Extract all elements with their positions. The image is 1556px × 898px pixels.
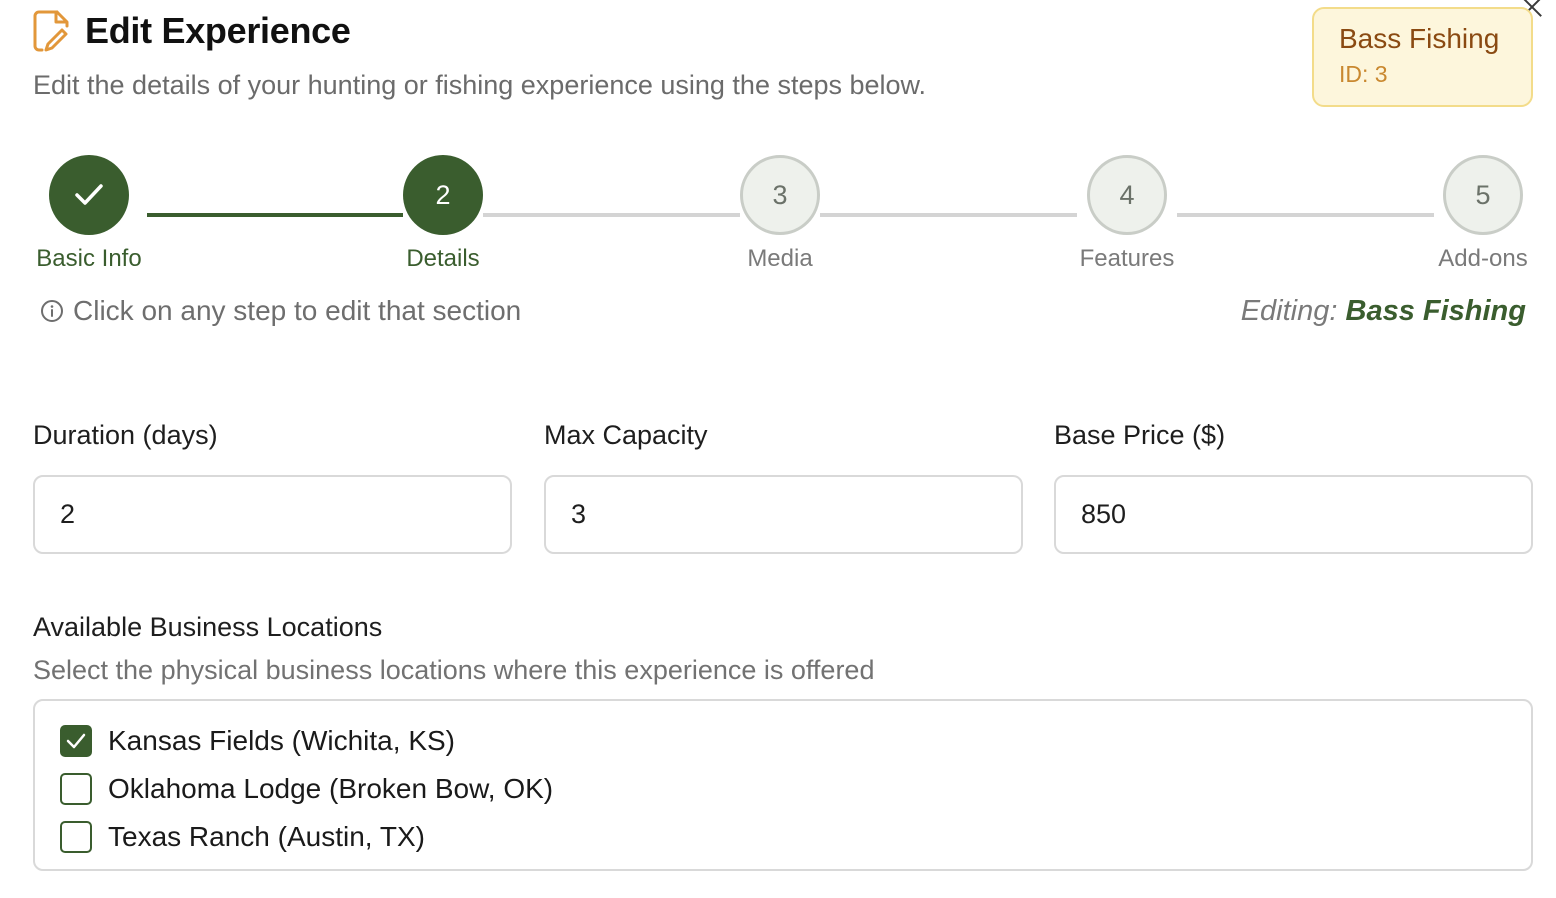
file-edit-icon: [33, 10, 69, 52]
hint-text: Click on any step to edit that section: [73, 295, 522, 326]
badge-id: ID: 3: [1339, 61, 1388, 87]
duration-input[interactable]: [33, 475, 512, 554]
editing-indicator: Editing: Bass Fishing: [1241, 295, 1526, 328]
step-circle-1: [49, 155, 129, 235]
step-connector-3: [820, 213, 1077, 217]
capacity-field: Max Capacity: [544, 420, 1023, 554]
step-label: Features: [1079, 245, 1175, 272]
page-header: Edit Experience Edit the details of your…: [33, 10, 926, 101]
step-details[interactable]: 2 Details: [368, 155, 518, 273]
page-subtitle: Edit the details of your hunting or fish…: [33, 70, 927, 100]
step-hint: Click on any step to edit that section: [40, 295, 521, 327]
badge-name: Bass Fishing: [1339, 23, 1500, 54]
duration-label: Duration (days): [33, 420, 218, 450]
step-connector-4: [1177, 213, 1434, 217]
step-connector-2: [483, 213, 740, 217]
check-icon: [75, 184, 103, 205]
step-circle-3: 3: [740, 155, 820, 235]
editing-prefix: Editing:: [1240, 295, 1338, 327]
location-label-oklahoma: Oklahoma Lodge (Broken Bow, OK): [108, 773, 554, 804]
step-label: Add-ons: [1438, 245, 1528, 272]
step-add-ons[interactable]: 5 Add-ons: [1408, 155, 1556, 273]
experience-badge: Bass Fishing ID: 3: [1312, 7, 1533, 107]
price-label: Base Price ($): [1054, 420, 1226, 450]
location-item-oklahoma[interactable]: Oklahoma Lodge (Broken Bow, OK): [60, 765, 1531, 813]
location-item-kansas[interactable]: Kansas Fields (Wichita, KS): [60, 717, 1531, 765]
title-row: Edit Experience: [33, 10, 926, 52]
capacity-input[interactable]: [544, 475, 1023, 554]
location-label-kansas: Kansas Fields (Wichita, KS): [108, 725, 455, 756]
duration-field: Duration (days): [33, 420, 512, 554]
capacity-label: Max Capacity: [544, 420, 708, 450]
step-media[interactable]: 3 Media: [705, 155, 855, 273]
location-checkbox-kansas[interactable]: [60, 725, 92, 757]
info-icon: [41, 300, 63, 322]
locations-list: Kansas Fields (Wichita, KS) Oklahoma Lod…: [33, 699, 1533, 871]
step-circle-4: 4: [1087, 155, 1167, 235]
price-input[interactable]: [1054, 475, 1533, 554]
page-title: Edit Experience: [85, 10, 351, 51]
step-basic-info[interactable]: Basic Info: [14, 155, 164, 273]
location-checkbox-oklahoma[interactable]: [60, 773, 92, 805]
step-circle-5: 5: [1443, 155, 1523, 235]
stepper: Basic Info 2 Details 3 Media 4 Features …: [0, 155, 1556, 285]
step-label: Basic Info: [36, 245, 142, 272]
locations-title: Available Business Locations: [33, 612, 383, 642]
step-circle-2: 2: [403, 155, 483, 235]
editing-name: Bass Fishing: [1345, 295, 1527, 327]
step-features[interactable]: 4 Features: [1052, 155, 1202, 273]
step-label: Media: [747, 245, 813, 272]
locations-subtitle: Select the physical business locations w…: [33, 655, 875, 685]
location-label-texas: Texas Ranch (Austin, TX): [108, 821, 425, 852]
step-label: Details: [406, 245, 480, 272]
price-field: Base Price ($): [1054, 420, 1533, 554]
location-checkbox-texas[interactable]: [60, 821, 92, 853]
location-item-texas[interactable]: Texas Ranch (Austin, TX): [60, 813, 1531, 861]
step-connector-1: [147, 213, 403, 217]
check-icon: [66, 733, 86, 749]
